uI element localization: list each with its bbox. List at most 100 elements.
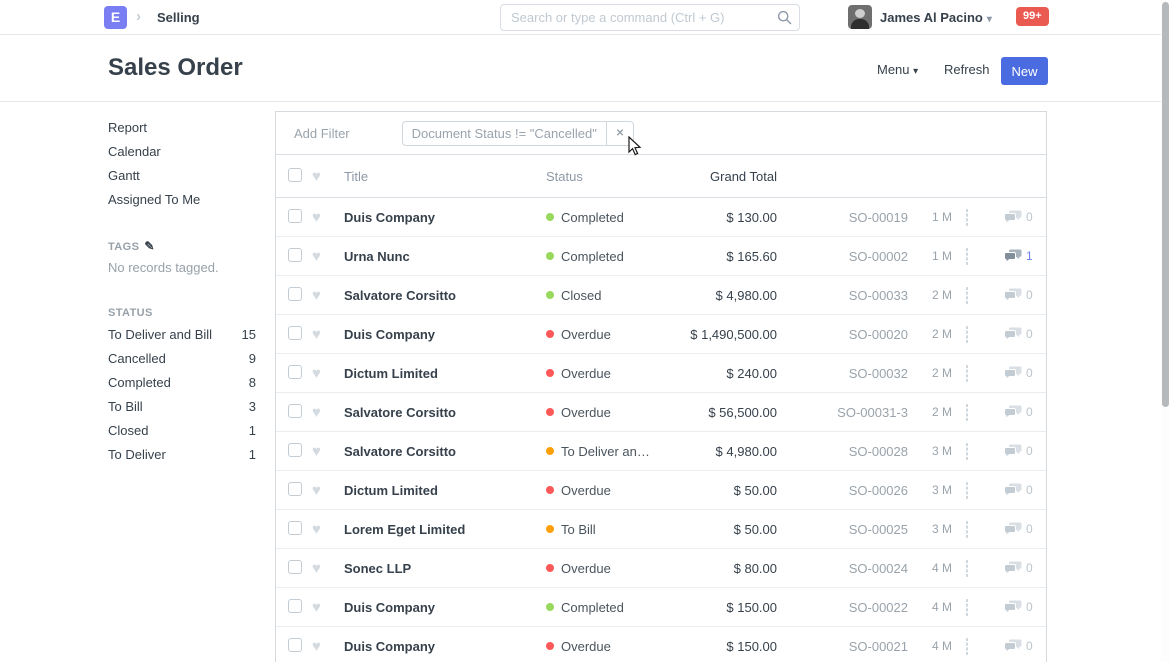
row-title[interactable]: Salvatore Corsitto — [344, 405, 546, 420]
liked-filter-heart-icon[interactable]: ♥ — [312, 168, 344, 185]
like-heart-icon[interactable]: ♥ — [312, 365, 344, 382]
comments-button[interactable]: 0 — [1000, 522, 1046, 536]
column-header-status[interactable]: Status — [546, 169, 656, 184]
row-document-id[interactable]: SO-00025 — [777, 522, 908, 537]
row-checkbox[interactable] — [288, 248, 302, 262]
row-document-id[interactable]: SO-00019 — [777, 210, 908, 225]
sidebar-link[interactable]: Calendar — [108, 140, 258, 164]
comments-button[interactable]: 0 — [1000, 210, 1046, 224]
row-checkbox[interactable] — [288, 638, 302, 652]
assign-placeholder[interactable] — [966, 521, 968, 538]
table-row[interactable]: ♥ Duis Company Overdue $ 1,490,500.00 SO… — [276, 315, 1046, 354]
row-document-id[interactable]: SO-00024 — [777, 561, 908, 576]
row-checkbox[interactable] — [288, 209, 302, 223]
assign-placeholder[interactable] — [966, 443, 968, 460]
row-checkbox[interactable] — [288, 443, 302, 457]
assign-placeholder[interactable] — [966, 482, 968, 499]
row-document-id[interactable]: SO-00022 — [777, 600, 908, 615]
assign-placeholder[interactable] — [966, 287, 968, 304]
row-checkbox[interactable] — [288, 521, 302, 535]
like-heart-icon[interactable]: ♥ — [312, 404, 344, 421]
table-row[interactable]: ♥ Salvatore Corsitto To Deliver an… $ 4,… — [276, 432, 1046, 471]
table-row[interactable]: ♥ Duis Company Completed $ 130.00 SO-000… — [276, 198, 1046, 237]
sidebar-link[interactable]: Gantt — [108, 164, 258, 188]
app-logo[interactable]: E — [104, 6, 127, 29]
row-title[interactable]: Sonec LLP — [344, 561, 546, 576]
column-header-title[interactable]: Title — [344, 169, 546, 184]
row-checkbox[interactable] — [288, 404, 302, 418]
assign-placeholder[interactable] — [966, 326, 968, 343]
row-document-id[interactable]: SO-00032 — [777, 366, 908, 381]
like-heart-icon[interactable]: ♥ — [312, 443, 344, 460]
sidebar-status-item[interactable]: To Deliver and Bill 15 — [108, 323, 256, 347]
scrollbar-track[interactable] — [1161, 0, 1170, 662]
remove-filter-icon[interactable]: ✕ — [606, 122, 633, 145]
filter-text[interactable]: Document Status != "Cancelled" — [403, 126, 606, 141]
row-checkbox[interactable] — [288, 599, 302, 613]
table-row[interactable]: ♥ Duis Company Completed $ 150.00 SO-000… — [276, 588, 1046, 627]
like-heart-icon[interactable]: ♥ — [312, 482, 344, 499]
comments-button[interactable]: 0 — [1000, 405, 1046, 419]
like-heart-icon[interactable]: ♥ — [312, 209, 344, 226]
comments-button[interactable]: 1 — [1000, 249, 1046, 263]
new-button[interactable]: New — [1001, 57, 1048, 85]
menu-button[interactable]: Menu ▾ — [877, 62, 918, 77]
assign-placeholder[interactable] — [966, 560, 968, 577]
comments-button[interactable]: 0 — [1000, 483, 1046, 497]
sidebar-link[interactable]: Report — [108, 116, 258, 140]
row-document-id[interactable]: SO-00028 — [777, 444, 908, 459]
assign-placeholder[interactable] — [966, 248, 968, 265]
comments-button[interactable]: 0 — [1000, 327, 1046, 341]
row-title[interactable]: Duis Company — [344, 600, 546, 615]
breadcrumb[interactable]: Selling — [157, 10, 200, 25]
row-title[interactable]: Duis Company — [344, 327, 546, 342]
like-heart-icon[interactable]: ♥ — [312, 521, 344, 538]
table-row[interactable]: ♥ Duis Company Overdue $ 150.00 SO-00021… — [276, 627, 1046, 662]
sidebar-status-item[interactable]: To Bill 3 — [108, 395, 256, 419]
comments-button[interactable]: 0 — [1000, 288, 1046, 302]
row-checkbox[interactable] — [288, 560, 302, 574]
row-title[interactable]: Lorem Eget Limited — [344, 522, 546, 537]
select-all-checkbox[interactable] — [288, 168, 302, 182]
user-avatar[interactable] — [848, 5, 872, 29]
assign-placeholder[interactable] — [966, 404, 968, 421]
assign-placeholder[interactable] — [966, 209, 968, 226]
assign-placeholder[interactable] — [966, 599, 968, 616]
comments-button[interactable]: 0 — [1000, 444, 1046, 458]
refresh-button[interactable]: Refresh — [944, 62, 990, 77]
table-row[interactable]: ♥ Salvatore Corsitto Closed $ 4,980.00 S… — [276, 276, 1046, 315]
row-document-id[interactable]: SO-00021 — [777, 639, 908, 654]
row-title[interactable]: Dictum Limited — [344, 366, 546, 381]
table-row[interactable]: ♥ Salvatore Corsitto Overdue $ 56,500.00… — [276, 393, 1046, 432]
row-checkbox[interactable] — [288, 365, 302, 379]
sidebar-status-item[interactable]: To Deliver 1 — [108, 443, 256, 467]
row-title[interactable]: Salvatore Corsitto — [344, 288, 546, 303]
notification-badge[interactable]: 99+ — [1016, 7, 1049, 26]
row-title[interactable]: Urna Nunc — [344, 249, 546, 264]
row-checkbox[interactable] — [288, 287, 302, 301]
row-title[interactable]: Dictum Limited — [344, 483, 546, 498]
sidebar-link[interactable]: Assigned To Me — [108, 188, 258, 212]
sidebar-status-item[interactable]: Cancelled 9 — [108, 347, 256, 371]
table-row[interactable]: ♥ Lorem Eget Limited To Bill $ 50.00 SO-… — [276, 510, 1046, 549]
row-document-id[interactable]: SO-00002 — [777, 249, 908, 264]
row-title[interactable]: Salvatore Corsitto — [344, 444, 546, 459]
row-checkbox[interactable] — [288, 482, 302, 496]
like-heart-icon[interactable]: ♥ — [312, 326, 344, 343]
like-heart-icon[interactable]: ♥ — [312, 248, 344, 265]
table-row[interactable]: ♥ Dictum Limited Overdue $ 50.00 SO-0002… — [276, 471, 1046, 510]
table-row[interactable]: ♥ Urna Nunc Completed $ 165.60 SO-00002 … — [276, 237, 1046, 276]
assign-placeholder[interactable] — [966, 638, 968, 655]
column-header-grand-total[interactable]: Grand Total — [656, 169, 777, 184]
like-heart-icon[interactable]: ♥ — [312, 560, 344, 577]
row-title[interactable]: Duis Company — [344, 639, 546, 654]
row-checkbox[interactable] — [288, 326, 302, 340]
add-filter-button[interactable]: Add Filter — [294, 126, 350, 141]
like-heart-icon[interactable]: ♥ — [312, 638, 344, 655]
row-document-id[interactable]: SO-00026 — [777, 483, 908, 498]
table-row[interactable]: ♥ Sonec LLP Overdue $ 80.00 SO-00024 4 M… — [276, 549, 1046, 588]
comments-button[interactable]: 0 — [1000, 600, 1046, 614]
like-heart-icon[interactable]: ♥ — [312, 287, 344, 304]
like-heart-icon[interactable]: ♥ — [312, 599, 344, 616]
scrollbar-thumb[interactable] — [1162, 2, 1169, 407]
